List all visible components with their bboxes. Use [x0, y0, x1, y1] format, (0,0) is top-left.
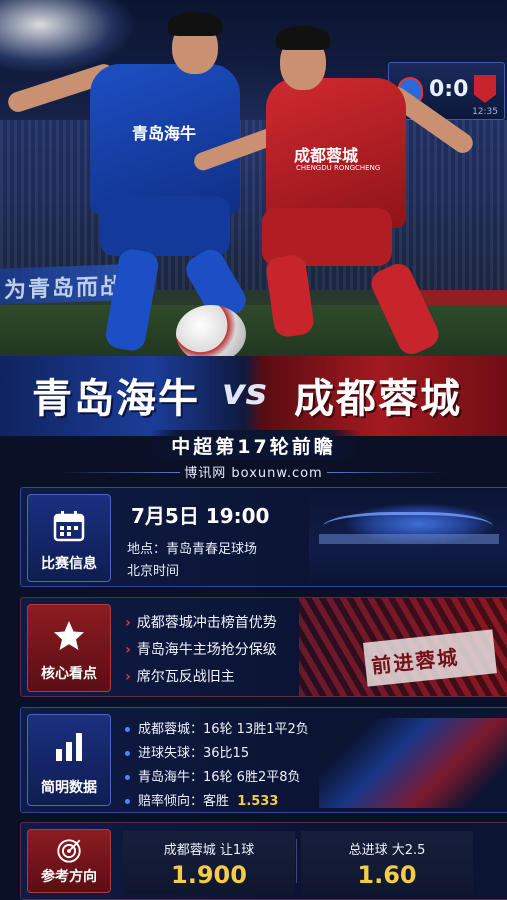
- highlight-text: 成都蓉城冲击榜首优势: [136, 615, 277, 631]
- stats-label: 简明数据: [41, 780, 97, 796]
- stadium-base: [319, 534, 499, 544]
- stat-text: 成都蓉城：16轮 13胜1平2负: [138, 722, 309, 737]
- stadium-image: [309, 488, 507, 586]
- scoreboard-time: 12:35: [472, 107, 498, 117]
- stat-text: 进球失球：36比15: [138, 746, 250, 761]
- bar-chart-icon: [56, 733, 82, 761]
- pick-card: 成都蓉城 让1球 1.900: [123, 831, 295, 895]
- match-timezone: 北京时间: [127, 564, 180, 579]
- pick-name: 成都蓉城 让1球: [163, 843, 255, 858]
- chevron-right-icon: ›: [125, 615, 131, 631]
- bullet-icon: [125, 751, 130, 756]
- bullet-icon: [125, 775, 130, 780]
- red-jersey-text: 成都蓉城: [294, 146, 359, 165]
- calendar-icon: [53, 511, 85, 542]
- match-info-icon-box: 比赛信息: [27, 494, 111, 582]
- stats-panel: 简明数据 成都蓉城：16轮 13胜1平2负 进球失球：36比15 青岛海牛：16…: [20, 707, 507, 813]
- pick-odds: 1.900: [171, 861, 247, 889]
- star-icon: [54, 621, 84, 650]
- highlight-item: › 青岛海牛主场抢分保级: [125, 639, 277, 659]
- away-team-title: 成都蓉城: [294, 376, 462, 422]
- highlights-icon-box: 核心看点: [27, 604, 111, 692]
- highlight-item: › 成都蓉城冲击榜首优势: [125, 612, 277, 632]
- pick-card: 总进球 大2.5 1.60: [301, 831, 473, 895]
- stat-item: 青岛海牛：16轮 6胜2平8负: [125, 766, 301, 785]
- stat-item: 进球失球：36比15: [125, 742, 249, 761]
- target-icon: [57, 839, 81, 863]
- highlight-item: › 席尔瓦反战旧主: [125, 666, 235, 686]
- highlights-label: 核心看点: [41, 666, 97, 682]
- blue-player-hair: [168, 12, 222, 36]
- chevron-right-icon: ›: [125, 642, 131, 658]
- fan-banner-text: 前进蓉城: [370, 645, 461, 679]
- pick-name: 总进球 大2.5: [348, 843, 426, 858]
- subtitle: 中超第17轮前瞻: [171, 436, 336, 458]
- chevron-right-icon: ›: [125, 669, 131, 685]
- stats-icon-box: 简明数据: [27, 714, 111, 806]
- fan-banner: 前进蓉城: [363, 629, 497, 687]
- site-name: 博讯网 boxunw.com: [184, 466, 323, 481]
- red-player-hair: [276, 26, 330, 50]
- match-info-label: 比赛信息: [41, 556, 97, 572]
- scoreboard-score: 0:0: [429, 77, 469, 102]
- match-venue: 地点：青岛青春足球场: [127, 542, 258, 557]
- stat-item: 成都蓉城：16轮 13胜1平2负: [125, 718, 309, 737]
- blue-player-shorts: [100, 196, 230, 256]
- stat-odds-value: 1.533: [237, 794, 279, 809]
- vs-text: vs: [222, 372, 267, 413]
- reference-panel: 参考方向 成都蓉城 让1球 1.900 总进球 大2.5 1.60: [20, 822, 507, 900]
- match-info-panel: 比赛信息 7月5日 19:00 地点：青岛青春足球场 北京时间: [20, 487, 507, 587]
- bullet-icon: [125, 799, 130, 804]
- pick-odds: 1.60: [357, 861, 417, 889]
- red-jersey-subtext: CHENGDU RONGCHENG: [296, 164, 381, 172]
- reference-label: 参考方向: [41, 869, 97, 885]
- highlights-panel: 前进蓉城 核心看点 › 成都蓉城冲击榜首优势 › 青岛海牛主场抢分保级 › 席尔瓦反战…: [20, 597, 507, 697]
- bullet-icon: [125, 727, 130, 732]
- pick-divider: [296, 839, 297, 883]
- away-crest-icon: [474, 75, 496, 103]
- highlight-text: 席尔瓦反战旧主: [136, 669, 235, 685]
- reference-icon-box: 参考方向: [27, 829, 111, 893]
- football: [176, 305, 246, 362]
- swoosh-decoration: [319, 718, 507, 808]
- match-date-time: 7月5日 19:00: [131, 504, 270, 528]
- home-team-title: 青岛海牛: [32, 376, 200, 422]
- fans-image: 前进蓉城: [299, 598, 507, 696]
- stat-text: 赔率倾向：客胜: [138, 794, 230, 809]
- highlight-text: 青岛海牛主场抢分保级: [136, 642, 277, 658]
- stat-item: 赔率倾向：客胜 1.533: [125, 790, 278, 809]
- hero-image: 为青岛而战 0:0 12:35 青岛海牛 成都蓉城 CHENGDU RONGCH…: [0, 0, 507, 362]
- stat-text: 青岛海牛：16轮 6胜2平8负: [138, 770, 301, 785]
- blue-jersey-text: 青岛海牛: [132, 124, 197, 143]
